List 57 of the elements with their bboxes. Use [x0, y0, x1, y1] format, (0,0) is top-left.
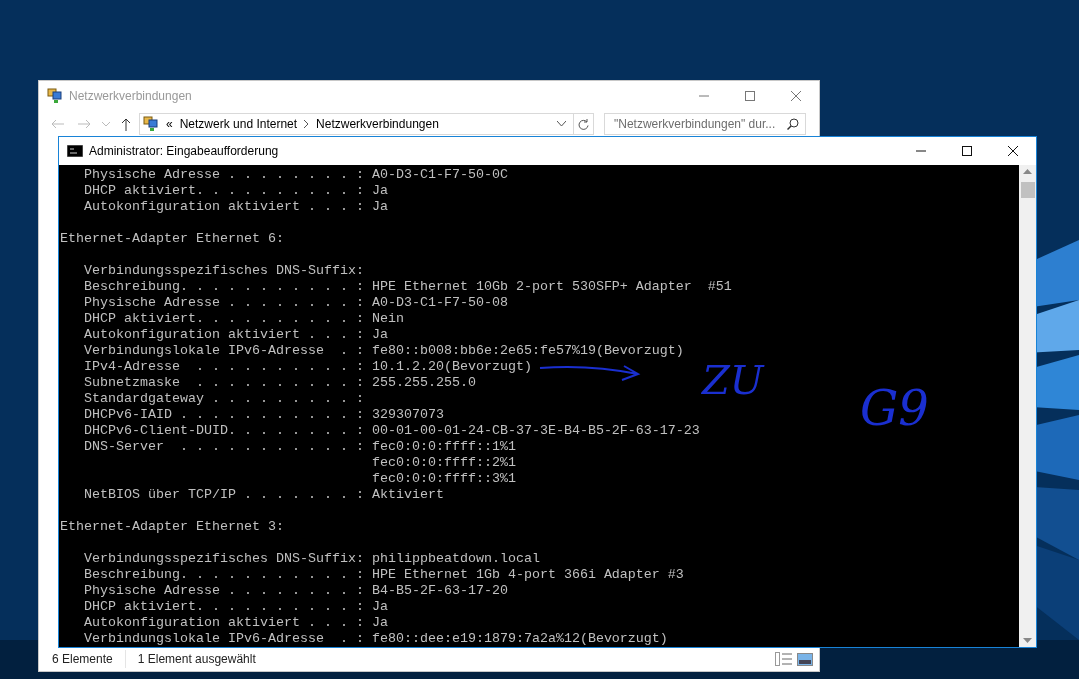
scroll-down-icon[interactable] [1023, 638, 1032, 643]
chevron-down-icon [102, 121, 110, 127]
network-icon [143, 116, 159, 132]
forward-arrow-icon [77, 119, 91, 129]
search-icon [787, 118, 799, 130]
console-line: Physische Adresse . . . . . . . . : A0-D3-C1-F7-50-08 [83, 295, 508, 311]
back-arrow-icon [51, 119, 65, 129]
console-line: Subnetzmaske . . . . . . . . . . : 255.255.255.0 [83, 375, 476, 391]
thumbnail-view-icon[interactable] [797, 652, 813, 666]
console-line: Verbindungsspezifisches DNS-Suffix: [83, 263, 364, 279]
console-line: Autokonfiguration aktiviert . . . : Ja [83, 327, 388, 343]
console-line: IPv4-Adresse . . . . . . . . . . : 10.1.2.20(Bevorzugt) [83, 359, 532, 375]
close-icon [1008, 146, 1018, 156]
console-line: Physische Adresse . . . . . . . . : A0-D3-C1-F7-50-0C [83, 167, 508, 183]
console-line: Beschreibung. . . . . . . . . . . : HPE Ethernet 1Gb 4-port 366i Adapter #3 [83, 567, 684, 583]
console-line: NetBIOS über TCP/IP . . . . . . . : Aktiviert [83, 487, 444, 503]
scroll-up-icon[interactable] [1023, 169, 1032, 174]
console-line: Ethernet-Adapter Ethernet 6: [60, 231, 284, 247]
console-line: DHCP aktiviert. . . . . . . . . . : Nein [83, 311, 404, 327]
chevron-down-icon[interactable] [557, 121, 566, 127]
refresh-icon [578, 118, 589, 130]
window-title: Netzwerkverbindungen [69, 88, 192, 105]
console-icon [67, 145, 83, 157]
console-line: Autokonfiguration aktiviert . . . : Ja [83, 199, 388, 215]
scrollbar[interactable] [1019, 165, 1036, 647]
console-line: fec0:0:0:ffff::3%1 [370, 471, 516, 487]
console-line: DHCP aktiviert. . . . . . . . . . : Ja [83, 599, 388, 615]
window-title: Administrator: Eingabeaufforderung [89, 143, 279, 160]
console-line: DHCP aktiviert. . . . . . . . . . : Ja [83, 183, 388, 199]
console-line: Ethernet-Adapter Ethernet 3: [60, 519, 284, 535]
maximize-icon [962, 146, 972, 156]
breadcrumb-prefix[interactable]: « [166, 115, 173, 133]
maximize-icon [745, 91, 755, 101]
scroll-thumb[interactable] [1020, 182, 1035, 198]
console-line: Physische Adresse . . . . . . . . : B4-B5-2F-63-17-20 [83, 583, 508, 599]
console-line: DHCPv6-IAID . . . . . . . . . . . : 329307073 [83, 407, 444, 423]
status-text: 1 Element ausgewählt [137, 652, 256, 666]
console-line: Autokonfiguration aktiviert . . . : Ja [83, 615, 388, 631]
console-line: DHCPv6-Client-DUID. . . . . . . . : 00-01-00-01-24-CB-37-3E-B4-B5-2F-63-17-23 [83, 423, 700, 439]
search-field[interactable]: "Netzwerkverbindungen" dur... [604, 113, 806, 135]
handwritten-note: G9 [860, 382, 929, 434]
console-line: DNS-Server . . . . . . . . . . . : fec0:0:0:ffff::1%1 [83, 439, 516, 455]
console-line: Beschreibung. . . . . . . . . . . : HPE Ethernet 10Gb 2-port 530SFP+ Adapter #51 [83, 279, 732, 295]
up-arrow-icon [121, 117, 131, 131]
breadcrumb-item[interactable]: Netzwerkverbindungen [316, 115, 439, 133]
console-line: Verbindungslokale IPv6-Adresse . : fe80::dee:e19:1879:7a2a%12(Bevorzugt) [83, 631, 668, 647]
chevron-icon [304, 120, 310, 128]
handwritten-note: ZU [702, 358, 764, 402]
network-icon [47, 88, 63, 104]
console-line: fec0:0:0:ffff::2%1 [370, 455, 516, 471]
close-icon [791, 91, 801, 101]
console-line: Standardgateway . . . . . . . . . : [83, 391, 364, 407]
console-line: Verbindungslokale IPv6-Adresse . : fe80::b008:bb6e:2e65:fe57%19(Bevorzugt) [83, 343, 684, 359]
breadcrumb-item[interactable]: Netzwerk und Internet [179, 115, 298, 133]
status-text: 6 Elemente [52, 652, 113, 666]
console-line: Verbindungsspezifisches DNS-Suffix: philippbeatdown.local [83, 551, 540, 567]
address-bar[interactable]: « Netzwerk und Internet Netzwerkverbindungen [139, 113, 594, 135]
